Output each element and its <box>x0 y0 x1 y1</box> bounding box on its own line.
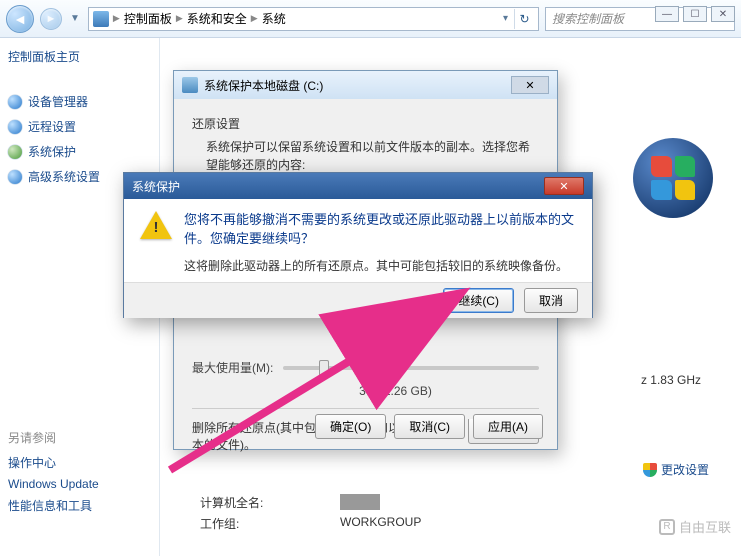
warning-icon: ! <box>140 211 172 239</box>
sidebar-item-device-mgr[interactable]: 设备管理器 <box>8 93 151 110</box>
shield-icon <box>8 120 22 134</box>
sidebar-item-label: 设备管理器 <box>28 93 88 110</box>
sidebar-item-label: 系统保护 <box>28 143 76 160</box>
dialog-close-button[interactable]: ✕ <box>511 76 549 94</box>
dialog-title: 系统保护 <box>132 178 180 195</box>
change-settings-link[interactable]: 更改设置 <box>643 461 709 478</box>
search-placeholder: 搜索控制面板 <box>552 10 624 27</box>
dialog-close-button[interactable]: ✕ <box>544 177 584 195</box>
watermark-text: 自由互联 <box>679 517 731 536</box>
nav-forward-button[interactable]: ► <box>40 8 62 30</box>
sidebar-home-link[interactable]: 控制面板主页 <box>8 48 151 65</box>
confirm-sub-text: 这将删除此驱动器上的所有还原点。其中可能包括较旧的系统映像备份。 <box>184 257 576 274</box>
change-settings-label: 更改设置 <box>661 461 709 478</box>
computer-name-label: 计算机全名: <box>200 494 290 511</box>
drive-icon <box>182 77 198 93</box>
confirm-main-text: 您将不再能够撤消不需要的系统更改或还原此驱动器上以前版本的文件。您确定要继续吗？ <box>184 211 576 249</box>
slider-percent: 3% <box>359 384 376 398</box>
max-usage-label: 最大使用量(M): <box>192 359 273 376</box>
shield-icon <box>8 170 22 184</box>
sidebar-item-label: 高级系统设置 <box>28 168 100 185</box>
continue-button[interactable]: 继续(C) <box>443 288 514 313</box>
addr-dropdown-chevron[interactable]: ▾ <box>501 13 510 24</box>
cancel-button[interactable]: 取消(C) <box>394 414 465 439</box>
sidebar-link-perf-tools[interactable]: 性能信息和工具 <box>8 497 151 514</box>
dialog-titlebar[interactable]: 系统保护 ✕ <box>124 173 592 199</box>
restore-settings-desc: 系统保护可以保留系统设置和以前文件版本的副本。选择您希望能够还原的内容: <box>206 138 539 174</box>
workgroup-value: WORKGROUP <box>340 515 421 532</box>
sidebar-link-action-center[interactable]: 操作中心 <box>8 454 151 471</box>
address-bar[interactable]: ▶ 控制面板 ▶ 系统和安全 ▶ 系统 ▾ ↻ <box>88 7 539 31</box>
shield-icon <box>8 145 22 159</box>
workgroup-label: 工作组: <box>200 515 290 532</box>
shield-icon <box>8 95 22 109</box>
sidebar-item-remote[interactable]: 远程设置 <box>8 118 151 135</box>
cpu-speed-label: z 1.83 GHz <box>641 373 701 387</box>
apply-button[interactable]: 应用(A) <box>473 414 543 439</box>
chevron-right-icon: ▶ <box>113 13 120 24</box>
maximize-button[interactable]: ☐ <box>683 6 707 22</box>
cancel-button[interactable]: 取消 <box>524 288 578 313</box>
sidebar-item-protection[interactable]: 系统保护 <box>8 143 151 160</box>
shield-icon <box>643 463 657 477</box>
max-usage-slider[interactable] <box>283 366 539 370</box>
explorer-toolbar: ◄ ► ▼ ▶ 控制面板 ▶ 系统和安全 ▶ 系统 ▾ ↻ 搜索控制面板 <box>0 0 741 38</box>
sidebar-link-windows-update[interactable]: Windows Update <box>8 477 151 491</box>
watermark: R 自由互联 <box>659 517 731 536</box>
breadcrumb[interactable]: 控制面板 <box>124 10 172 27</box>
chevron-right-icon: ▶ <box>176 13 183 24</box>
refresh-button[interactable]: ↻ <box>514 9 534 29</box>
nav-back-button[interactable]: ◄ <box>6 5 34 33</box>
minimize-button[interactable]: — <box>655 6 679 22</box>
windows-logo-icon <box>633 138 713 218</box>
dialog-titlebar[interactable]: 系统保护本地磁盘 (C:) ✕ <box>174 71 557 99</box>
confirm-dialog: 系统保护 ✕ ! 您将不再能够撤消不需要的系统更改或还原此驱动器上以前版本的文件… <box>123 172 593 318</box>
watermark-icon: R <box>659 519 675 535</box>
restore-settings-heading: 还原设置 <box>192 115 539 132</box>
nav-history-chevron[interactable]: ▼ <box>68 13 82 24</box>
redacted-value <box>340 494 380 510</box>
sidebar-item-label: 远程设置 <box>28 118 76 135</box>
dialog-title: 系统保护本地磁盘 (C:) <box>204 77 323 94</box>
slider-size: (1.26 GB) <box>380 384 432 398</box>
breadcrumb[interactable]: 系统和安全 <box>187 10 247 27</box>
chevron-right-icon: ▶ <box>251 13 258 24</box>
see-also-heading: 另请参阅 <box>8 429 151 446</box>
control-panel-icon <box>93 11 109 27</box>
close-button[interactable]: ✕ <box>711 6 735 22</box>
window-controls: — ☐ ✕ <box>655 6 735 22</box>
ok-button[interactable]: 确定(O) <box>315 414 386 439</box>
system-info: 计算机全名: 工作组: WORKGROUP <box>200 490 421 536</box>
breadcrumb[interactable]: 系统 <box>262 10 286 27</box>
slider-thumb[interactable] <box>319 360 329 376</box>
